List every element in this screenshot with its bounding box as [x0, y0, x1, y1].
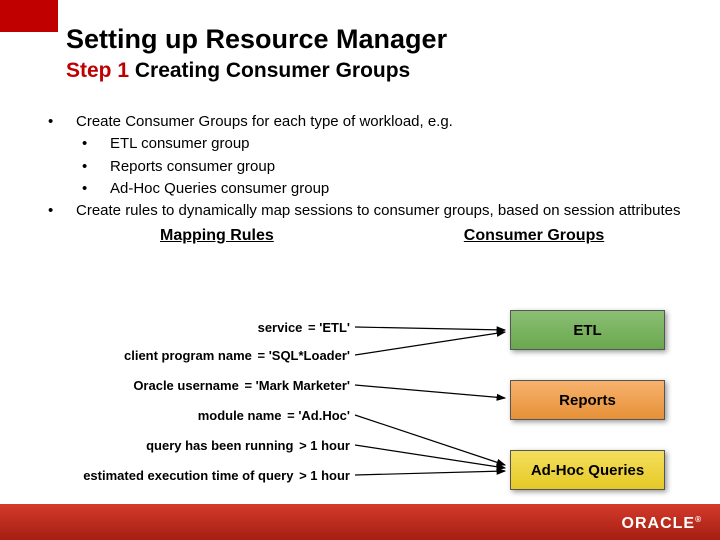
- rule-client-program: client program name = 'SQL*Loader': [124, 348, 350, 363]
- brand-corner: [0, 0, 58, 32]
- title-block: Setting up Resource Manager Step 1 Creat…: [66, 24, 447, 83]
- group-etl: ETL: [510, 310, 665, 350]
- page-title: Setting up Resource Manager: [66, 24, 447, 55]
- content-body: Create Consumer Groups for each type of …: [70, 112, 690, 247]
- bullet-1: Create Consumer Groups for each type of …: [70, 112, 690, 132]
- subtitle-rest: Creating Consumer Groups: [129, 59, 410, 82]
- labels-row: Mapping Rules Consumer Groups: [70, 225, 690, 247]
- rule-service: service = 'ETL': [258, 320, 350, 335]
- arrow-estimated-adhoc: [355, 471, 505, 475]
- arrow-username-reports: [355, 385, 505, 398]
- rule-estimated-time: estimated execution time of query > 1 ho…: [83, 468, 350, 483]
- rule-query-running: query has been running > 1 hour: [146, 438, 350, 453]
- mapping-rules-label: Mapping Rules: [160, 225, 274, 247]
- footer-bar: ORACLE®: [0, 504, 720, 540]
- oracle-logo: ORACLE®: [622, 515, 702, 533]
- group-adhoc: Ad-Hoc Queries: [510, 450, 665, 490]
- step-label: Step 1: [66, 59, 129, 82]
- mapping-diagram: service = 'ETL' client program name = 'S…: [0, 300, 720, 495]
- rule-module-name: module name = 'Ad.Hoc': [198, 408, 350, 423]
- group-reports: Reports: [510, 380, 665, 420]
- arrow-running-adhoc: [355, 445, 505, 468]
- bullet-1c: Ad-Hoc Queries consumer group: [104, 179, 690, 199]
- bullet-2: Create rules to dynamically map sessions…: [70, 201, 690, 221]
- bullet-1b: Reports consumer group: [104, 157, 690, 177]
- arrow-service-etl: [355, 327, 505, 330]
- arrow-clientprog-etl: [355, 332, 505, 355]
- arrow-module-adhoc: [355, 415, 505, 465]
- rule-oracle-username: Oracle username = 'Mark Marketer': [133, 378, 350, 393]
- page-subtitle: Step 1 Creating Consumer Groups: [66, 59, 447, 83]
- bullet-1a: ETL consumer group: [104, 134, 690, 154]
- consumer-groups-label: Consumer Groups: [464, 225, 604, 247]
